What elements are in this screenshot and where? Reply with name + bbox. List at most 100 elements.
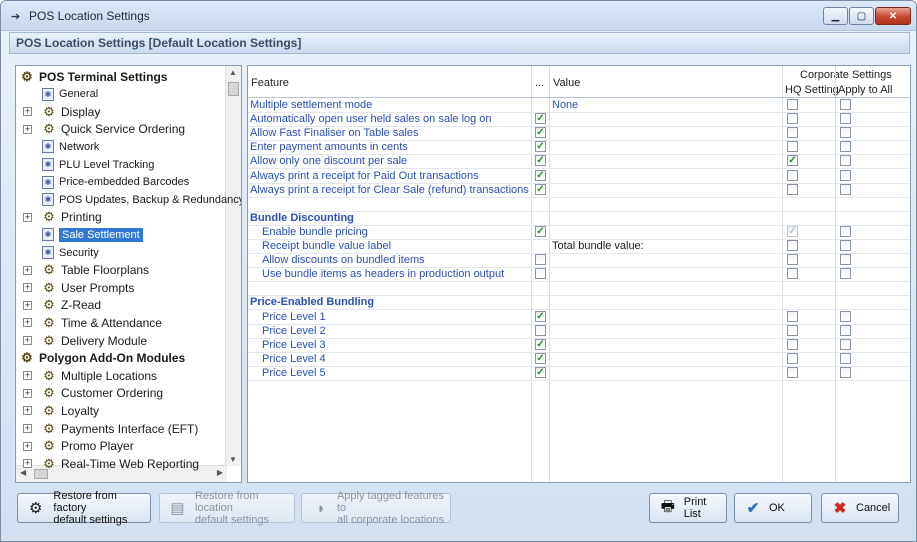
apply-to-all-checkbox[interactable] bbox=[840, 99, 851, 110]
feature-label[interactable]: Price Level 2 bbox=[262, 325, 326, 337]
feature-label[interactable]: Allow only one discount per sale bbox=[250, 155, 407, 167]
hq-setting-checkbox[interactable]: ✓ bbox=[787, 155, 798, 167]
column-header-tag[interactable]: ... bbox=[535, 77, 544, 89]
restore-location-button[interactable]: ▤ Restore from location default settings bbox=[159, 490, 295, 526]
tree-vertical-scrollbar[interactable]: ▲ ▼ bbox=[225, 66, 241, 466]
feature-checkbox[interactable] bbox=[535, 254, 546, 266]
apply-to-all-checkbox[interactable] bbox=[840, 324, 851, 336]
column-header-value[interactable]: Value bbox=[553, 77, 580, 89]
hq-setting-checkbox[interactable] bbox=[787, 352, 798, 364]
scroll-down-icon[interactable]: ▼ bbox=[229, 455, 237, 464]
tree-item[interactable]: ✱ Sale Settlement bbox=[42, 226, 143, 243]
feature-checkbox[interactable]: ✓ bbox=[535, 352, 546, 364]
feature-checkbox[interactable] bbox=[535, 268, 546, 280]
feature-label[interactable]: Price Level 4 bbox=[262, 353, 326, 365]
ok-button[interactable]: ✔ OK bbox=[734, 493, 812, 523]
scroll-up-icon[interactable]: ▲ bbox=[229, 68, 237, 77]
hq-setting-checkbox[interactable] bbox=[787, 113, 798, 125]
feature-checkbox[interactable]: ✓ bbox=[535, 141, 546, 153]
hq-setting-checkbox[interactable] bbox=[787, 324, 798, 336]
tree-item[interactable]: ⚙ Quick Service Ordering bbox=[42, 121, 185, 138]
tree-item[interactable]: ⚙ Time & Attendance bbox=[42, 314, 162, 331]
feature-checkbox[interactable]: ✓ bbox=[535, 113, 546, 125]
tree-item[interactable]: ✱ Network bbox=[42, 138, 99, 155]
tree-item[interactable]: ⚙ Real-Time Web Reporting bbox=[42, 455, 199, 472]
feature-label[interactable]: Price Level 3 bbox=[262, 339, 326, 351]
apply-to-all-checkbox[interactable] bbox=[840, 338, 851, 350]
hq-setting-checkbox[interactable] bbox=[787, 254, 798, 266]
scroll-left-icon[interactable]: ◀ bbox=[20, 468, 26, 477]
feature-checkbox[interactable]: ✓ bbox=[535, 225, 546, 237]
apply-to-all-checkbox[interactable] bbox=[840, 169, 851, 181]
tree-item[interactable]: ✱ POS Updates, Backup & Redundancy bbox=[42, 191, 241, 208]
column-header-feature[interactable]: Feature bbox=[251, 77, 289, 89]
hq-setting-checkbox[interactable] bbox=[787, 268, 798, 280]
tree-item[interactable]: ⚙ Loyalty bbox=[42, 402, 99, 419]
feature-checkbox[interactable]: ✓ bbox=[535, 127, 546, 139]
hq-setting-checkbox[interactable] bbox=[787, 99, 798, 110]
hq-setting-checkbox[interactable] bbox=[787, 141, 798, 153]
close-button[interactable]: ✕ bbox=[875, 7, 911, 25]
expand-plus-icon[interactable]: + bbox=[23, 300, 32, 310]
vertical-scroll-thumb[interactable] bbox=[228, 82, 239, 96]
expand-plus-icon[interactable]: + bbox=[23, 283, 32, 293]
hq-setting-checkbox[interactable] bbox=[787, 366, 798, 378]
feature-value[interactable]: None bbox=[552, 99, 578, 111]
tree-item[interactable]: ⚙ Customer Ordering bbox=[42, 385, 163, 402]
feature-checkbox[interactable]: ✓ bbox=[535, 338, 546, 350]
feature-label[interactable]: Price Level 1 bbox=[262, 311, 326, 323]
tree-item[interactable]: ⚙ Delivery Module bbox=[42, 332, 147, 349]
hq-setting-checkbox[interactable] bbox=[787, 310, 798, 322]
apply-to-all-checkbox[interactable] bbox=[840, 268, 851, 280]
apply-to-all-checkbox[interactable] bbox=[840, 113, 851, 125]
expand-plus-icon[interactable]: + bbox=[23, 441, 32, 451]
tree-item[interactable]: ✱ Price-embedded Barcodes bbox=[42, 174, 189, 191]
apply-to-all-checkbox[interactable] bbox=[840, 183, 851, 195]
feature-label[interactable]: Multiple settlement mode bbox=[250, 99, 372, 111]
hq-setting-checkbox[interactable] bbox=[787, 240, 798, 251]
expand-plus-icon[interactable]: + bbox=[23, 371, 32, 381]
print-list-button[interactable]: 🖶 Print List bbox=[649, 493, 727, 523]
expand-plus-icon[interactable]: + bbox=[23, 212, 32, 222]
apply-to-all-checkbox[interactable] bbox=[840, 155, 851, 167]
tree-item[interactable]: ⚙ POS Terminal Settings bbox=[20, 68, 167, 85]
tree-item[interactable]: ⚙ Promo Player bbox=[42, 438, 134, 455]
tree-item[interactable]: ⚙ Printing bbox=[42, 209, 102, 226]
title-bar[interactable]: ➔ POS Location Settings ▁ ▢ ✕ bbox=[1, 1, 916, 31]
column-header-hq[interactable]: HQ Setting bbox=[785, 84, 839, 96]
apply-tagged-button[interactable]: ◑ Apply tagged features to all corporate … bbox=[301, 490, 451, 526]
apply-to-all-checkbox[interactable] bbox=[840, 254, 851, 266]
apply-to-all-checkbox[interactable] bbox=[840, 366, 851, 378]
tree-item[interactable]: ⚙ Multiple Locations bbox=[42, 367, 157, 384]
feature-label[interactable]: Always print a receipt for Clear Sale (r… bbox=[250, 184, 529, 196]
tree-item[interactable]: ⚙ Z-Read bbox=[42, 297, 101, 314]
apply-to-all-checkbox[interactable] bbox=[840, 352, 851, 364]
feature-label[interactable]: Price Level 5 bbox=[262, 367, 326, 379]
expand-plus-icon[interactable]: + bbox=[23, 406, 32, 416]
apply-to-all-checkbox[interactable] bbox=[840, 127, 851, 139]
restore-factory-button[interactable]: ⚙ Restore from factory default settings bbox=[17, 490, 151, 526]
feature-checkbox[interactable]: ✓ bbox=[535, 366, 546, 378]
feature-label[interactable]: Enable bundle pricing bbox=[262, 226, 368, 238]
cancel-button[interactable]: ✖ Cancel bbox=[821, 493, 899, 523]
expand-plus-icon[interactable]: + bbox=[23, 107, 32, 117]
expand-plus-icon[interactable]: + bbox=[23, 424, 32, 433]
expand-plus-icon[interactable]: + bbox=[23, 388, 32, 398]
tree-item[interactable]: ⚙ Display bbox=[42, 103, 100, 120]
minimize-button[interactable]: ▁ bbox=[823, 7, 848, 25]
tree-item[interactable]: ⚙ Polygon Add-On Modules bbox=[20, 350, 185, 367]
expand-plus-icon[interactable]: + bbox=[23, 318, 32, 328]
hq-setting-checkbox[interactable] bbox=[787, 338, 798, 350]
hq-setting-checkbox[interactable] bbox=[787, 127, 798, 139]
feature-label[interactable]: Allow discounts on bundled items bbox=[262, 254, 425, 266]
hq-setting-checkbox[interactable] bbox=[787, 183, 798, 195]
maximize-button[interactable]: ▢ bbox=[849, 7, 874, 25]
apply-to-all-checkbox[interactable] bbox=[840, 310, 851, 322]
tree-item[interactable]: ⚙ Table Floorplans bbox=[42, 262, 149, 279]
apply-to-all-checkbox[interactable] bbox=[840, 240, 851, 251]
feature-checkbox[interactable]: ✓ bbox=[535, 310, 546, 322]
expand-plus-icon[interactable]: + bbox=[23, 265, 32, 275]
feature-label[interactable]: Always print a receipt for Paid Out tran… bbox=[250, 170, 479, 182]
tree-item[interactable]: ✱ General bbox=[42, 86, 98, 103]
feature-label[interactable]: Use bundle items as headers in productio… bbox=[262, 268, 504, 280]
